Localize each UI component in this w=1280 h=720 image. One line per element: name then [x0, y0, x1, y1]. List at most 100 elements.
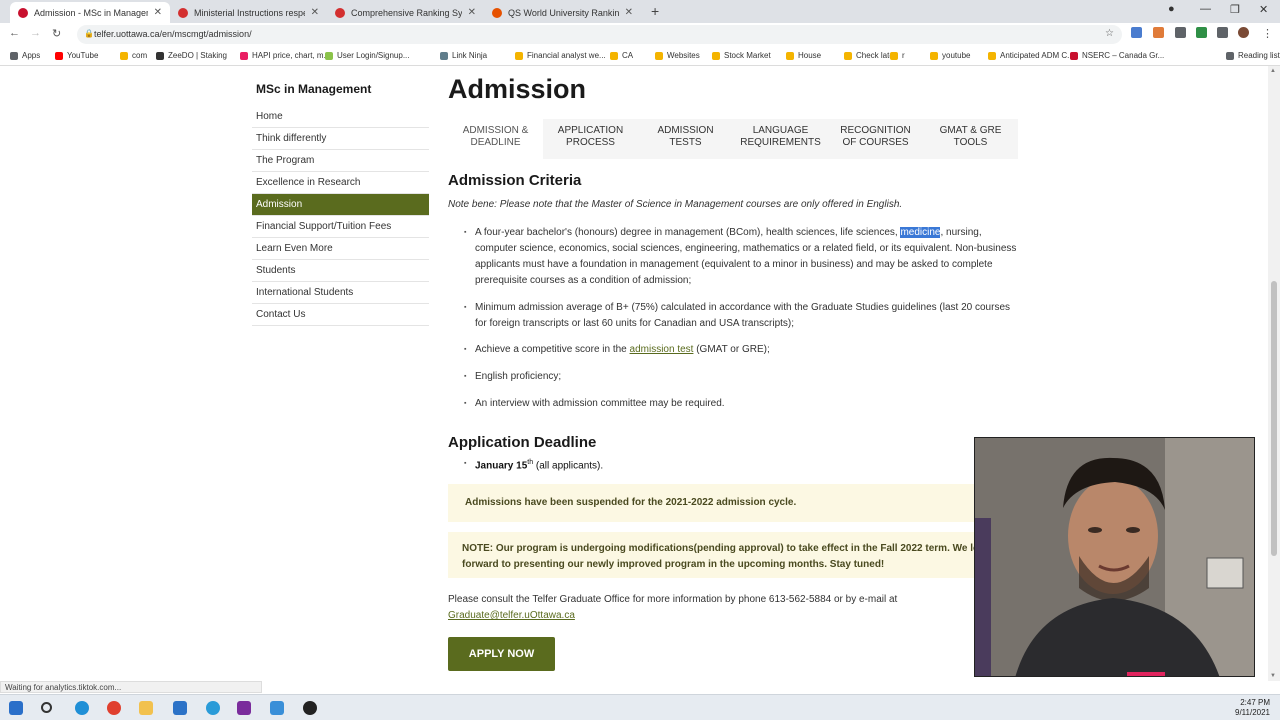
bookmark-item[interactable]: r — [890, 51, 905, 60]
mail-icon[interactable] — [173, 701, 187, 715]
url-text[interactable]: telfer.uottawa.ca/en/mscmgt/admission/ — [94, 29, 252, 39]
lock-icon[interactable]: 🔒 — [84, 29, 94, 38]
presenter-video-image — [975, 438, 1254, 676]
admission-criteria-heading: Admission Criteria — [448, 172, 582, 189]
tab-admission-tests[interactable]: Admission Tests — [638, 119, 733, 159]
sidebar-item-think-differently[interactable]: Think differently — [252, 128, 429, 150]
bookmark-item[interactable]: Stock Market — [712, 51, 771, 60]
new-tab-icon[interactable]: + — [651, 3, 659, 19]
bookmark-item[interactable]: Websites — [655, 51, 700, 60]
bookmark-item[interactable]: Financial analyst we... — [515, 51, 606, 60]
extensions-puzzle-icon[interactable] — [1217, 27, 1228, 38]
apply-now-button[interactable]: APPLY NOW — [448, 637, 555, 671]
bookmark-item[interactable]: Anticipated ADM C... — [988, 51, 1074, 60]
close-tab-icon[interactable]: ✕ — [311, 7, 319, 18]
onenote-icon[interactable] — [237, 701, 251, 715]
tab-language-requirements[interactable]: Language Requirements — [733, 119, 828, 159]
tab-recognition-of-courses[interactable]: Recognition of Courses — [828, 119, 923, 159]
deadline-item: January 15th (all applicants). — [464, 459, 603, 471]
bookmark-item[interactable]: Reading list — [1226, 51, 1280, 60]
tab-crs[interactable]: Comprehensive Ranking System ✕ — [327, 2, 484, 23]
admission-test-link[interactable]: admission test — [630, 344, 694, 355]
tab-gmat-gre-tools[interactable]: GMAT & GRE Tools — [923, 119, 1018, 159]
bookmark-item[interactable]: HAPI price, chart, m... — [240, 51, 330, 60]
chrome-icon[interactable] — [107, 701, 121, 715]
search-icon[interactable] — [41, 702, 52, 713]
bookmark-item[interactable]: House — [786, 51, 821, 60]
extension-icon[interactable] — [1175, 27, 1186, 38]
tab-admission[interactable]: Admission - MSc in Management ✕ — [10, 2, 170, 23]
bookmark-item[interactable]: Apps — [10, 51, 40, 60]
reload-icon[interactable]: ↻ — [52, 27, 61, 40]
bookmark-icon — [712, 51, 720, 60]
edge-icon[interactable] — [75, 701, 89, 715]
close-tab-icon[interactable]: ✕ — [468, 7, 476, 18]
obs-icon[interactable] — [303, 701, 317, 715]
tab-title: Ministerial Instructions respecting — [194, 7, 305, 18]
bookmark-star-icon[interactable]: ☆ — [1105, 28, 1114, 39]
bookmark-item[interactable]: ZeeDO | Staking — [156, 51, 227, 60]
scroll-down-icon[interactable]: ▼ — [1270, 673, 1276, 679]
bookmark-item[interactable]: youtube — [930, 51, 970, 60]
profile-icon[interactable]: ● — [1168, 3, 1175, 15]
sidebar-item-the-program[interactable]: The Program — [252, 150, 429, 172]
sidebar-item-home[interactable]: Home — [252, 106, 429, 128]
close-tab-icon[interactable]: ✕ — [625, 7, 633, 18]
sidebar-item-contact[interactable]: Contact Us — [252, 304, 429, 326]
extension-icon[interactable] — [1196, 27, 1207, 38]
tab-admission-deadline[interactable]: Admission & Deadline — [448, 119, 543, 159]
bookmark-icon — [440, 51, 448, 60]
bookmark-label: Financial analyst we... — [527, 51, 606, 60]
criteria-text: Minimum admission average of B+ (75%) ca… — [475, 302, 1010, 329]
bookmark-item[interactable]: YouTube — [55, 51, 98, 60]
file-explorer-icon[interactable] — [139, 701, 153, 715]
bookmark-icon — [610, 51, 618, 60]
bookmark-icon — [988, 51, 996, 60]
back-icon[interactable]: ← — [9, 27, 20, 39]
scroll-up-icon[interactable]: ▲ — [1270, 68, 1276, 74]
avatar[interactable] — [1238, 27, 1249, 38]
tab-label: Tests — [669, 137, 702, 148]
sidebar-item-financial[interactable]: Financial Support/Tuition Fees — [252, 216, 429, 238]
list-item: A four-year bachelor's (honours) degree … — [464, 225, 1018, 300]
todo-icon[interactable] — [270, 701, 284, 715]
sidebar-item-research[interactable]: Excellence in Research — [252, 172, 429, 194]
windows-start-icon[interactable] — [9, 701, 23, 715]
bookmark-icon — [55, 51, 63, 60]
sidebar-item-international[interactable]: International Students — [252, 282, 429, 304]
bookmarks-bar: Apps YouTube com ZeeDO | Staking HAPI price,… — [0, 46, 1280, 66]
sidebar-item-learn-more[interactable]: Learn Even More — [252, 238, 429, 260]
email-link[interactable]: Graduate@telfer.uOttawa.ca — [448, 610, 575, 621]
bookmark-item[interactable]: CA — [610, 51, 633, 60]
bookmark-item[interactable]: Link Ninja — [440, 51, 487, 60]
canada-favicon — [178, 7, 188, 18]
address-bar[interactable]: 🔒 telfer.uottawa.ca/en/mscmgt/admission/… — [77, 25, 1122, 44]
app-icon[interactable] — [206, 701, 220, 715]
bookmark-item[interactable]: com — [120, 51, 147, 60]
bookmark-label: com — [132, 51, 148, 60]
selected-text: medicine — [900, 227, 941, 238]
tab-application-process[interactable]: Application Process — [543, 119, 638, 159]
extension-icon[interactable] — [1153, 27, 1164, 38]
restore-icon[interactable]: ❐ — [1230, 3, 1240, 16]
bookmark-item[interactable]: Check later — [844, 51, 896, 60]
scrollbar-thumb[interactable] — [1271, 281, 1277, 556]
minimize-icon[interactable]: — — [1200, 3, 1211, 15]
bookmark-item[interactable]: User Login/Signup... — [325, 51, 410, 60]
sidebar-item-admission[interactable]: Admission — [252, 194, 429, 216]
modification-alert: NOTE: Our program is undergoing modifica… — [448, 532, 1018, 578]
bookmark-item[interactable]: NSERC – Canada Gr... — [1070, 51, 1164, 60]
close-window-icon[interactable]: ✕ — [1259, 3, 1268, 16]
bookmark-icon — [515, 51, 523, 60]
forward-icon[interactable]: → — [30, 27, 41, 39]
tab-title: QS World University Rankings 20 — [508, 7, 619, 18]
extension-icon[interactable] — [1131, 27, 1142, 38]
tab-qs[interactable]: QS World University Rankings 20 ✕ — [484, 2, 641, 23]
close-tab-icon[interactable]: ✕ — [154, 7, 162, 18]
tab-ministerial[interactable]: Ministerial Instructions respecting ✕ — [170, 2, 327, 23]
sidebar-item-students[interactable]: Students — [252, 260, 429, 282]
bookmark-icon — [120, 51, 128, 60]
page-scrollbar[interactable]: ▲ ▼ — [1268, 66, 1280, 681]
tab-label: Application — [557, 125, 624, 136]
menu-dots-icon[interactable]: ⋮ — [1262, 27, 1273, 40]
